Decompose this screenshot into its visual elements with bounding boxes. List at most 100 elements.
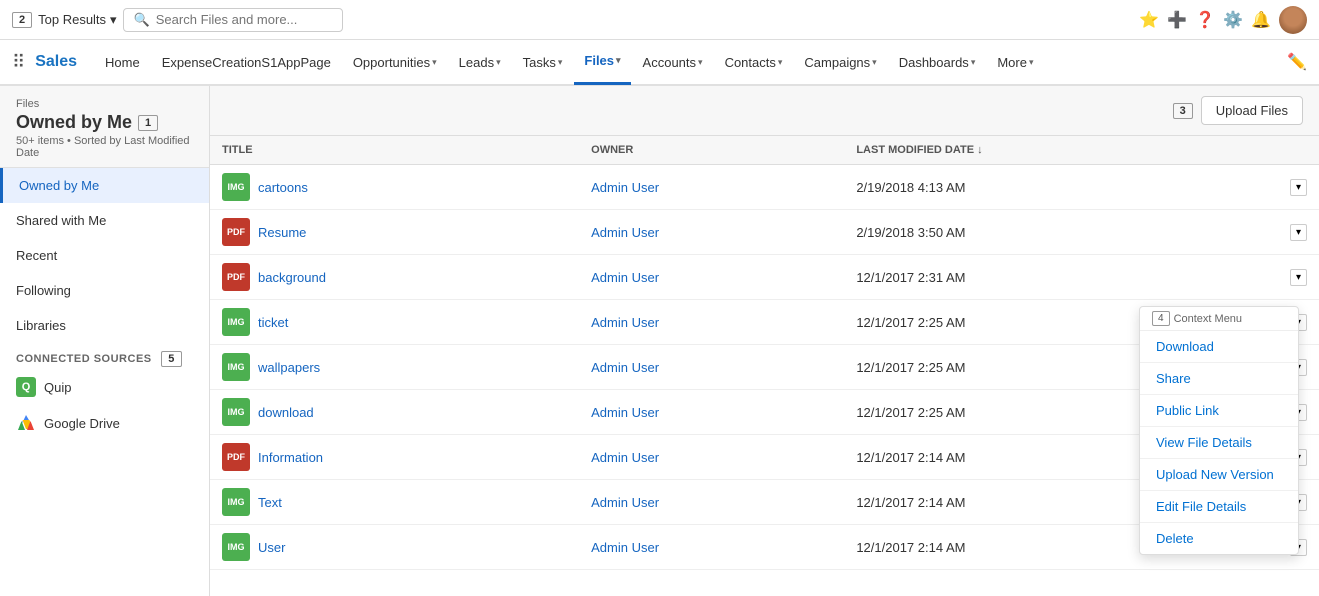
nav-label-opportunities: Opportunities [353, 55, 430, 70]
sidebar-item-quip[interactable]: Q Quip [0, 369, 209, 405]
chevron-icon-more: ▾ [1029, 57, 1034, 68]
main-header: 3 Upload Files [210, 86, 1319, 136]
sidebar-label-libraries: Libraries [16, 318, 66, 333]
step-badge-5: 5 [161, 351, 182, 367]
nav-item-expense[interactable]: ExpenseCreationS1AppPage [152, 39, 341, 85]
add-button[interactable]: ➕ [1167, 10, 1187, 30]
file-owner-cell: Admin User [579, 300, 844, 345]
context-menu-item[interactable]: View File Details [1140, 427, 1298, 459]
file-type-icon: IMG [222, 353, 250, 381]
nav-label-files: Files [584, 53, 614, 68]
sidebar-item-following[interactable]: Following [0, 273, 209, 308]
file-type-icon: IMG [222, 308, 250, 336]
owner-link[interactable]: Admin User [591, 180, 659, 195]
avatar[interactable] [1279, 6, 1307, 34]
chevron-icon-campaigns: ▾ [872, 57, 877, 68]
sidebar-item-libraries[interactable]: Libraries [0, 308, 209, 343]
help-button[interactable]: ❓ [1195, 10, 1215, 30]
file-type-icon: IMG [222, 173, 250, 201]
upload-files-button[interactable]: Upload Files [1201, 96, 1303, 125]
context-menu-item[interactable]: Edit File Details [1140, 491, 1298, 523]
sidebar-item-shared-with-me[interactable]: Shared with Me [0, 203, 209, 238]
owner-link[interactable]: Admin User [591, 405, 659, 420]
top-results-button[interactable]: Top Results ▾ [38, 12, 116, 28]
sidebar-label-following: Following [16, 283, 71, 298]
owner-link[interactable]: Admin User [591, 540, 659, 555]
owner-link[interactable]: Admin User [591, 270, 659, 285]
context-menu-item[interactable]: Delete [1140, 523, 1298, 554]
owner-link[interactable]: Admin User [591, 360, 659, 375]
nav-item-tasks[interactable]: Tasks ▾ [513, 39, 573, 85]
file-date: 12/1/2017 2:31 AM [856, 270, 965, 285]
sidebar-label-recent: Recent [16, 248, 57, 263]
top-bar-right: ⭐ ➕ ❓ ⚙️ 🔔 [1139, 6, 1307, 34]
chevron-icon-leads: ▾ [496, 57, 501, 68]
chevron-down-icon: ▾ [110, 12, 117, 28]
row-action-button[interactable]: ▾ [1290, 179, 1307, 196]
file-date-cell: 2/19/2018 4:13 AM [844, 165, 1278, 210]
search-icon: 🔍 [134, 12, 150, 28]
table-header-row: TITLE OWNER LAST MODIFIED DATE ↓ [210, 136, 1319, 165]
file-title-cell: IMG User [210, 525, 579, 570]
file-date: 2/19/2018 3:50 AM [856, 225, 965, 240]
nav-item-accounts[interactable]: Accounts ▾ [633, 39, 713, 85]
nav-item-contacts[interactable]: Contacts ▾ [715, 39, 793, 85]
context-menu-item[interactable]: Upload New Version [1140, 459, 1298, 491]
file-name-link[interactable]: Resume [258, 225, 306, 240]
file-name-link[interactable]: background [258, 270, 326, 285]
google-drive-icon [16, 413, 36, 433]
owner-link[interactable]: Admin User [591, 225, 659, 240]
owner-link[interactable]: Admin User [591, 450, 659, 465]
chevron-icon-opportunities: ▾ [432, 57, 437, 68]
row-action-button[interactable]: ▾ [1290, 269, 1307, 286]
file-name-link[interactable]: download [258, 405, 314, 420]
nav-label-expense: ExpenseCreationS1AppPage [162, 55, 331, 70]
file-name-link[interactable]: Text [258, 495, 282, 510]
nav-item-more[interactable]: More ▾ [987, 39, 1043, 85]
file-name-link[interactable]: ticket [258, 315, 288, 330]
context-menu: 4Context MenuDownloadSharePublic LinkVie… [1139, 306, 1299, 555]
context-menu-item[interactable]: Download [1140, 331, 1298, 363]
sidebar-item-owned-by-me[interactable]: Owned by Me [0, 168, 209, 203]
nav-label-tasks: Tasks [523, 55, 556, 70]
file-action-cell: ▾ [1278, 165, 1319, 210]
file-name-link[interactable]: User [258, 540, 285, 555]
file-date: 12/1/2017 2:14 AM [856, 495, 965, 510]
settings-button[interactable]: ⚙️ [1223, 10, 1243, 30]
context-menu-item[interactable]: Public Link [1140, 395, 1298, 427]
nav-label-accounts: Accounts [643, 55, 696, 70]
top-bar-left: 2 Top Results ▾ 🔍 [12, 8, 343, 32]
nav-item-opportunities[interactable]: Opportunities ▾ [343, 39, 447, 85]
nav-item-files[interactable]: Files ▾ [574, 39, 630, 85]
sidebar-item-google-drive[interactable]: Google Drive [0, 405, 209, 441]
nav-item-leads[interactable]: Leads ▾ [449, 39, 511, 85]
file-owner-cell: Admin User [579, 345, 844, 390]
nav-item-campaigns[interactable]: Campaigns ▾ [794, 39, 886, 85]
file-name-link[interactable]: Information [258, 450, 323, 465]
file-name-link[interactable]: cartoons [258, 180, 308, 195]
row-action-button[interactable]: ▾ [1290, 224, 1307, 241]
chevron-icon-dashboards: ▾ [971, 57, 976, 68]
nav-item-dashboards[interactable]: Dashboards ▾ [889, 39, 986, 85]
step-badge-3: 3 [1173, 103, 1193, 119]
sidebar-label-shared: Shared with Me [16, 213, 106, 228]
file-type-icon: PDF [222, 218, 250, 246]
nav-item-home[interactable]: Home [95, 39, 150, 85]
brand-label[interactable]: Sales [35, 53, 77, 71]
notifications-button[interactable]: 🔔 [1251, 10, 1271, 30]
sidebar-item-recent[interactable]: Recent [0, 238, 209, 273]
nav-label-dashboards: Dashboards [899, 55, 969, 70]
owner-link[interactable]: Admin User [591, 315, 659, 330]
file-date: 2/19/2018 4:13 AM [856, 180, 965, 195]
app-launcher-icon[interactable]: ⠿ [12, 52, 25, 73]
context-menu-item[interactable]: Share [1140, 363, 1298, 395]
table-row: PDF background Admin User 12/1/2017 2:31… [210, 255, 1319, 300]
owner-link[interactable]: Admin User [591, 495, 659, 510]
col-date: LAST MODIFIED DATE ↓ [844, 136, 1278, 165]
search-input[interactable] [156, 12, 332, 27]
nav-label-campaigns: Campaigns [804, 55, 870, 70]
nav-edit-icon[interactable]: ✏️ [1287, 52, 1307, 72]
favorites-button[interactable]: ⭐ [1139, 10, 1159, 30]
file-type-icon: IMG [222, 398, 250, 426]
file-name-link[interactable]: wallpapers [258, 360, 320, 375]
